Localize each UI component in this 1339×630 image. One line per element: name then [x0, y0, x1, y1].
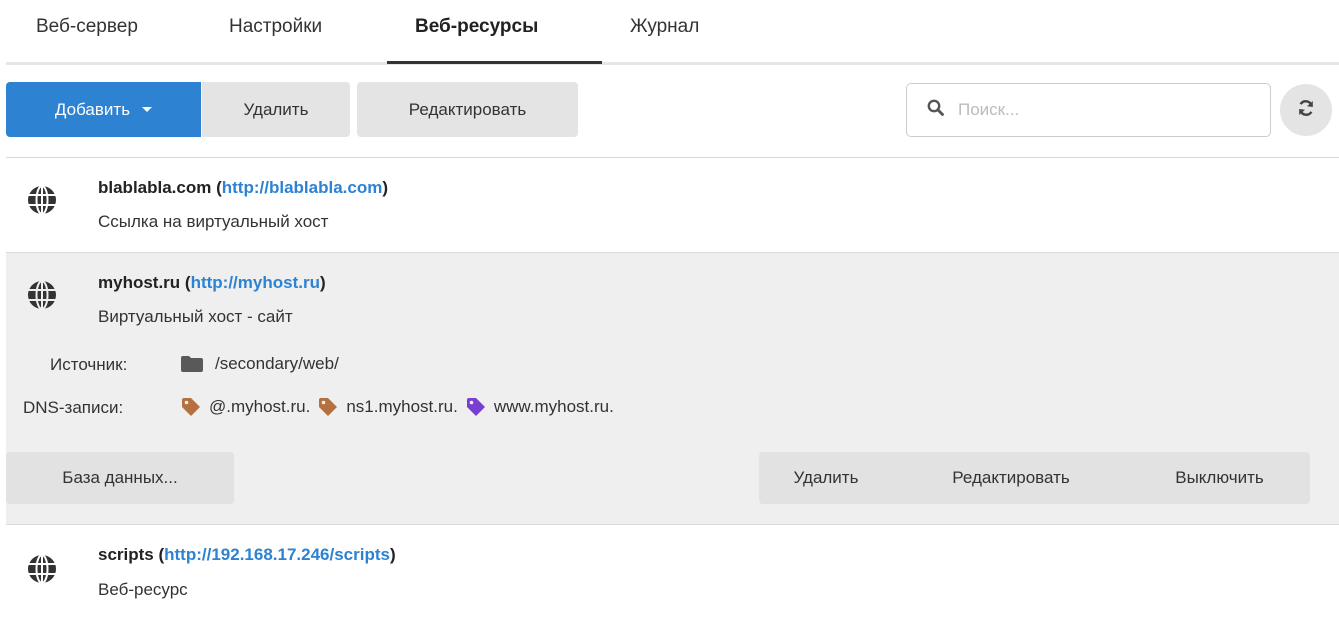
resource-list: blablabla.com (http://blablabla.com) Ссы… — [6, 157, 1339, 630]
resource-link[interactable]: http://192.168.17.246/scripts — [164, 545, 390, 564]
list-item[interactable]: scripts (http://192.168.17.246/scripts) … — [6, 524, 1339, 630]
tag-icon — [319, 398, 338, 416]
tab-web-server[interactable]: Веб-сервер — [36, 16, 138, 63]
globe-icon — [26, 553, 58, 585]
refresh-icon — [1296, 98, 1316, 123]
dns-label: DNS-записи: — [23, 398, 124, 417]
add-button-label: Добавить — [54, 99, 131, 119]
dns-record[interactable]: www.myhost.ru. — [466, 397, 614, 417]
add-button[interactable]: Добавить — [6, 82, 201, 137]
resource-name: blablabla.com — [98, 178, 212, 197]
globe-icon — [26, 279, 58, 311]
resource-link[interactable]: http://blablabla.com — [222, 178, 383, 197]
dns-record-name: @.myhost.ru. — [209, 397, 311, 416]
tag-icon — [466, 398, 485, 416]
search-box — [906, 83, 1271, 137]
item-edit-button[interactable]: Редактировать — [893, 452, 1129, 504]
search-input[interactable] — [958, 100, 1238, 120]
source-path[interactable]: /secondary/web/ — [181, 354, 339, 374]
resource-type: Ссылка на виртуальный хост — [98, 212, 329, 231]
dns-record-name: ns1.myhost.ru. — [346, 397, 458, 416]
resource-name: scripts — [98, 545, 154, 564]
tag-icon — [182, 398, 200, 416]
resource-type: Веб-ресурс — [98, 580, 188, 599]
tab-settings[interactable]: Настройки — [229, 16, 322, 63]
list-item-expanded[interactable]: myhost.ru (http://myhost.ru) Виртуальный… — [6, 252, 1339, 524]
source-path-text: /secondary/web/ — [215, 354, 339, 373]
dns-record-name: www.myhost.ru. — [493, 397, 614, 416]
resource-link[interactable]: http://myhost.ru — [191, 273, 320, 292]
dns-record[interactable]: ns1.myhost.ru. — [318, 397, 458, 417]
delete-button[interactable]: Удалить — [202, 82, 350, 137]
item-disable-button[interactable]: Выключить — [1129, 452, 1310, 504]
active-tab-indicator — [387, 61, 602, 64]
chevron-down-icon — [142, 107, 153, 112]
resource-title: blablabla.com (http://blablabla.com) — [98, 178, 388, 197]
edit-button[interactable]: Редактировать — [357, 82, 578, 137]
resource-type: Виртуальный хост - сайт — [98, 307, 293, 326]
list-item[interactable]: blablabla.com (http://blablabla.com) Ссы… — [6, 157, 1339, 252]
dns-records: @.myhost.ru. ns1.myhost.ru. www.myhost.r… — [181, 397, 622, 417]
resource-name: myhost.ru — [98, 273, 181, 292]
source-label: Источник: — [50, 355, 128, 374]
search-icon — [927, 99, 944, 121]
globe-icon — [26, 184, 58, 216]
resource-title: scripts (http://192.168.17.246/scripts) — [98, 545, 396, 564]
item-delete-button[interactable]: Удалить — [759, 452, 893, 504]
tab-bar: Веб-сервер Настройки Веб-ресурсы Журнал — [6, 0, 1339, 65]
dns-record[interactable]: @.myhost.ru. — [181, 397, 310, 417]
tab-web-resources[interactable]: Веб-ресурсы — [415, 16, 538, 63]
tab-log[interactable]: Журнал — [630, 16, 699, 63]
database-button[interactable]: База данных... — [6, 452, 234, 504]
resource-title: myhost.ru (http://myhost.ru) — [98, 273, 326, 292]
folder-icon — [181, 356, 203, 372]
refresh-button[interactable] — [1280, 84, 1332, 136]
